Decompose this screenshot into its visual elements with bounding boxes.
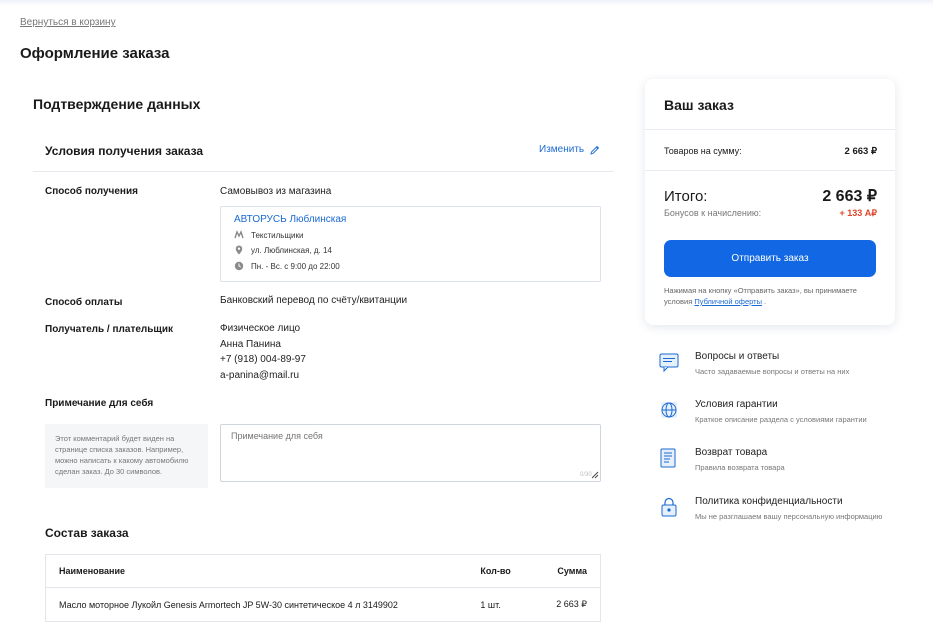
divider xyxy=(645,129,895,130)
payment-label: Способ оплаты xyxy=(45,297,123,308)
metro-icon xyxy=(234,230,244,239)
store-metro: Текстильщики xyxy=(251,230,304,240)
note-hint: Этот комментарий будет виден на странице… xyxy=(45,424,208,488)
delivery-value: Самовывоз из магазина xyxy=(220,186,332,197)
info-title[interactable]: Возврат товара xyxy=(695,447,767,458)
bonus-value: + 133 А₽ xyxy=(839,208,878,218)
info-faq[interactable]: Вопросы и ответы Часто задаваемые вопрос… xyxy=(658,351,898,393)
chat-icon xyxy=(659,353,679,373)
info-title[interactable]: Условия гарантии xyxy=(695,399,778,410)
page-title: Оформление заказа xyxy=(20,45,170,62)
info-privacy[interactable]: Политика конфиденциальности Мы не разгла… xyxy=(658,496,898,538)
delivery-label: Способ получения xyxy=(45,186,138,197)
order-table: Наименование Кол-во Сумма Масло моторное… xyxy=(45,554,601,622)
recipient-details: Физическое лицо Анна Панина +7 (918) 004… xyxy=(220,321,306,383)
recipient-label: Получатель / плательщик xyxy=(45,324,173,335)
goods-value: 2 663 ₽ xyxy=(844,146,877,157)
store-hours: Пн. - Вс. с 9:00 до 22:00 xyxy=(251,261,340,271)
lock-icon xyxy=(661,497,677,517)
note-input[interactable] xyxy=(220,424,601,482)
store-name[interactable]: АВТОРУСЬ Люблинская xyxy=(234,214,346,225)
note-label: Примечание для себя xyxy=(45,398,154,409)
order-summary-card: Ваш заказ Товаров на сумму: 2 663 ₽ Итог… xyxy=(645,79,895,325)
note-counter: 0/30 xyxy=(580,472,592,478)
col-name-header: Наименование xyxy=(59,566,126,576)
col-sum-header: Сумма xyxy=(557,566,588,576)
item-sum: 2 663 ₽ xyxy=(556,599,588,609)
item-name: Масло моторное Лукойл Genesis Armortech … xyxy=(59,599,398,610)
info-desc: Мы не разглашаем вашу персональную инфор… xyxy=(695,512,883,521)
recipient-type: Физическое лицо xyxy=(220,323,301,334)
submit-order-button[interactable]: Отправить заказ xyxy=(664,240,876,277)
recipient-email: a-panina@mail.ru xyxy=(220,369,300,381)
clock-icon xyxy=(234,261,244,271)
document-icon xyxy=(660,448,676,468)
table-header: Наименование Кол-во Сумма xyxy=(46,555,600,588)
store-address: ул. Люблинская, д. 14 xyxy=(251,245,332,255)
info-title[interactable]: Вопросы и ответы xyxy=(695,351,779,362)
summary-title: Ваш заказ xyxy=(664,97,734,113)
location-pin-icon xyxy=(235,245,243,255)
confirm-title: Подтверждение данных xyxy=(33,96,201,112)
globe-icon xyxy=(661,402,677,418)
col-qty-header: Кол-во xyxy=(480,566,511,576)
info-desc: Часто задаваемые вопросы и ответы на них xyxy=(695,367,850,376)
info-returns[interactable]: Возврат товара Правила возврата товара xyxy=(658,447,898,489)
goods-label: Товаров на сумму: xyxy=(664,146,742,156)
bonus-label: Бонусов к начислению: xyxy=(664,208,762,218)
total-value: 2 663 ₽ xyxy=(822,188,877,205)
item-qty: 1 шт. xyxy=(480,599,501,610)
divider xyxy=(33,171,614,172)
recipient-phone: +7 (918) 004-89-97 xyxy=(220,354,306,365)
info-desc: Правила возврата товара xyxy=(695,463,785,472)
info-warranty[interactable]: Условия гарантии Краткое описание раздел… xyxy=(658,399,898,441)
back-to-cart-link[interactable]: Вернуться в корзину xyxy=(20,17,116,28)
info-title[interactable]: Политика конфиденциальности xyxy=(695,496,843,507)
payment-value: Банковский перевод по счёту/квитанции xyxy=(220,295,408,306)
divider xyxy=(645,170,895,171)
info-desc: Краткое описание раздела с условиями гар… xyxy=(695,415,867,424)
store-card: АВТОРУСЬ Люблинская Текстильщики ул. Люб… xyxy=(220,206,601,282)
terms-text: Нажимая на кнопку «Отправить заказ», вы … xyxy=(664,286,857,306)
total-label: Итого: xyxy=(664,188,708,205)
order-title: Состав заказа xyxy=(45,526,129,540)
change-conditions-link[interactable]: Изменить xyxy=(539,144,600,155)
change-label: Изменить xyxy=(539,144,585,155)
recipient-name: Анна Панина xyxy=(220,338,281,350)
conditions-title: Условия получения заказа xyxy=(45,144,204,158)
public-offer-link[interactable]: Публичной оферты xyxy=(694,297,762,306)
table-row: Масло моторное Лукойл Genesis Armortech … xyxy=(46,588,600,621)
pencil-icon xyxy=(590,145,600,155)
resize-handle-icon[interactable] xyxy=(591,471,599,479)
top-bar xyxy=(0,0,933,6)
